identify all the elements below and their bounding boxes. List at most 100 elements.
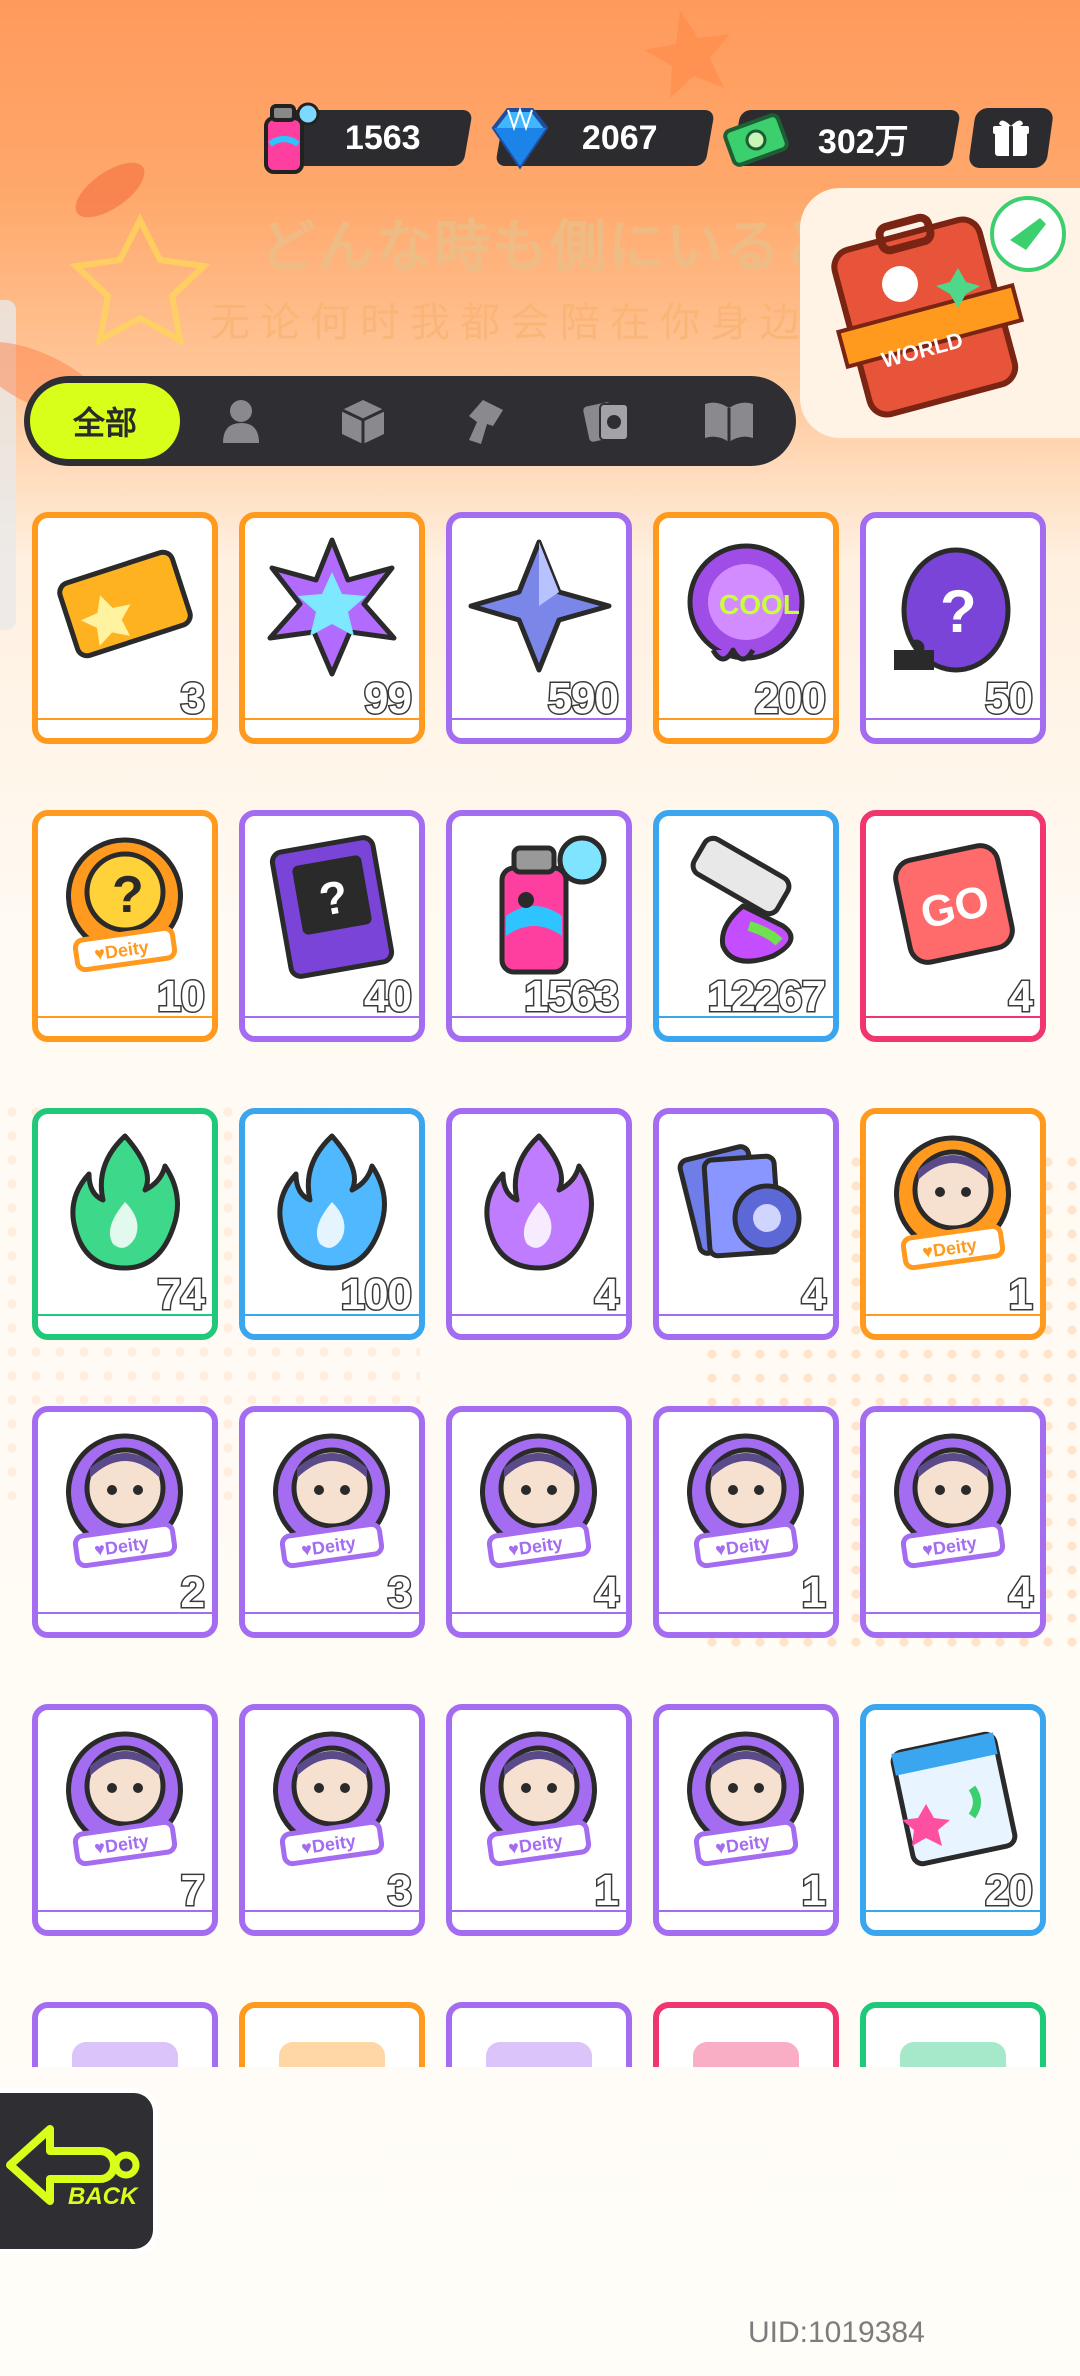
svg-text:?: ? [112,866,144,924]
item-count: 74 [156,1269,207,1321]
deity-portrait-icon: ♥Deity [273,1433,390,1569]
item-count: 3 [386,1567,414,1619]
inventory-item[interactable]: ♥Deity 4 [446,1406,632,1638]
inventory-item[interactable] [446,2002,632,2067]
item-count: 4 [1007,971,1035,1023]
cash-currency[interactable]: 302万 [723,106,961,170]
inventory-item[interactable]: ? 50 [860,512,1046,744]
inventory-item[interactable] [32,2002,218,2067]
item-count: 1563 [523,971,621,1023]
box-icon [341,400,385,444]
item-count: 1 [593,1865,621,1917]
lyric-chinese: 无论何时我都会陪在你身边 [210,300,810,346]
purple-flame-icon [484,1133,594,1271]
inventory-item[interactable] [653,2002,839,2067]
item-count: 1 [800,1567,828,1619]
item-icon [486,2042,592,2067]
inventory-grid: 3 99 590 COOL 200? 50? ♥Deity 10? 40 1563 12267 GO 4… [32,512,1052,2067]
item-count: 40 [363,971,414,1023]
item-count: 1 [1007,1269,1035,1321]
inventory-item[interactable]: ♥Deity 1 [446,1704,632,1936]
item-count: 1 [800,1865,828,1917]
item-count: 4 [593,1269,621,1321]
cool-badge-icon: COOL [687,543,805,662]
inventory-item[interactable]: ♥Deity 1 [653,1704,839,1936]
back-button[interactable]: BACK [0,2088,158,2254]
back-arrow-icon [6,2125,140,2205]
suitcase-icon: WORLD [831,196,1066,418]
inventory-item[interactable]: ? 40 [239,810,425,1042]
spray-can-icon [264,102,320,174]
inventory-item[interactable]: 74 [32,1108,218,1340]
deity-portrait-icon: ♥Deity [66,1731,183,1867]
inventory-item[interactable]: ♥Deity 1 [860,1108,1046,1340]
ticket-icon [57,549,193,659]
person-icon [223,400,259,443]
user-id: UID:1019384 [748,2316,925,2349]
inventory-item[interactable]: COOL 200 [653,512,839,744]
tab-all[interactable]: 全部 [30,383,180,459]
item-count: 50 [984,673,1035,725]
item-icon [900,2042,1006,2067]
item-count: 100 [339,1269,413,1321]
item-count: 4 [800,1269,828,1321]
inventory-item[interactable]: ♥Deity 4 [860,1406,1046,1638]
cash-icon [723,113,789,167]
item-count: 4 [1007,1567,1035,1619]
deity-mystery-icon: ?♥Deity [66,837,183,973]
category-tab-bar: 全部 [24,376,796,466]
tab-weapons[interactable] [424,383,546,459]
inventory-item[interactable]: ? ♥Deity 10 [32,810,218,1042]
inventory-item[interactable] [860,2002,1046,2067]
spray-gun-icon [469,400,503,444]
gift-box-icon [993,120,1029,156]
item-icon [72,2042,178,2067]
inventory-item[interactable]: GO 4 [860,810,1046,1042]
gift-box-button[interactable] [967,108,1055,168]
diamond-icon [491,106,549,170]
tab-boxes[interactable] [302,383,424,459]
inventory-item[interactable]: 100 [239,1108,425,1340]
card-stack-icon [677,1144,802,1259]
deity-portrait-icon: ♥Deity [687,1731,804,1867]
item-count: 3 [179,673,207,725]
go-dice-icon: GO [893,843,1015,965]
inventory-item[interactable]: 12267 [653,810,839,1042]
inventory-item[interactable]: 99 [239,512,425,744]
tab-cards[interactable] [546,383,668,459]
deity-portrait-icon: ♥Deity [480,1433,597,1569]
svg-text:?: ? [940,578,977,645]
spray-currency[interactable]: 1563 [263,102,473,174]
paint-tube-icon [690,835,794,964]
item-icon [693,2042,799,2067]
inventory-item[interactable]: 4 [653,1108,839,1340]
inventory-item[interactable]: ♥Deity 1 [653,1406,839,1638]
spray-can-icon [499,835,607,975]
tab-characters[interactable] [180,383,302,459]
inventory-item[interactable]: ♥Deity 2 [32,1406,218,1638]
inventory-item[interactable]: 20 [860,1704,1046,1936]
spray-count: 1563 [345,118,421,157]
inventory-item[interactable]: 590 [446,512,632,744]
item-count: 590 [546,673,620,725]
world-case-panel[interactable]: WORLD [800,188,1080,438]
travel-card-icon: ? [269,835,395,979]
item-count: 10 [156,971,207,1023]
deity-portrait-icon: ♥Deity [687,1433,804,1569]
cards-icon [583,402,629,442]
inventory-item[interactable]: ♥Deity 3 [239,1406,425,1638]
inventory-item[interactable]: 4 [446,1108,632,1340]
deity-portrait-icon: ♥Deity [480,1731,597,1867]
inventory-item[interactable]: 1563 [446,810,632,1042]
inventory-item[interactable]: ♥Deity 7 [32,1704,218,1936]
inventory-item[interactable]: ♥Deity 3 [239,1704,425,1936]
svg-text:COOL: COOL [719,589,800,620]
inventory-item[interactable]: 3 [32,512,218,744]
inventory-item[interactable] [239,2002,425,2067]
item-count: 4 [593,1567,621,1619]
mystery-egg-icon: ? [894,547,1011,673]
green-flame-icon [70,1133,180,1271]
rainbow-star-icon [267,537,397,677]
tab-collection[interactable] [668,383,790,459]
diamond-currency[interactable]: 2067 [491,106,715,170]
